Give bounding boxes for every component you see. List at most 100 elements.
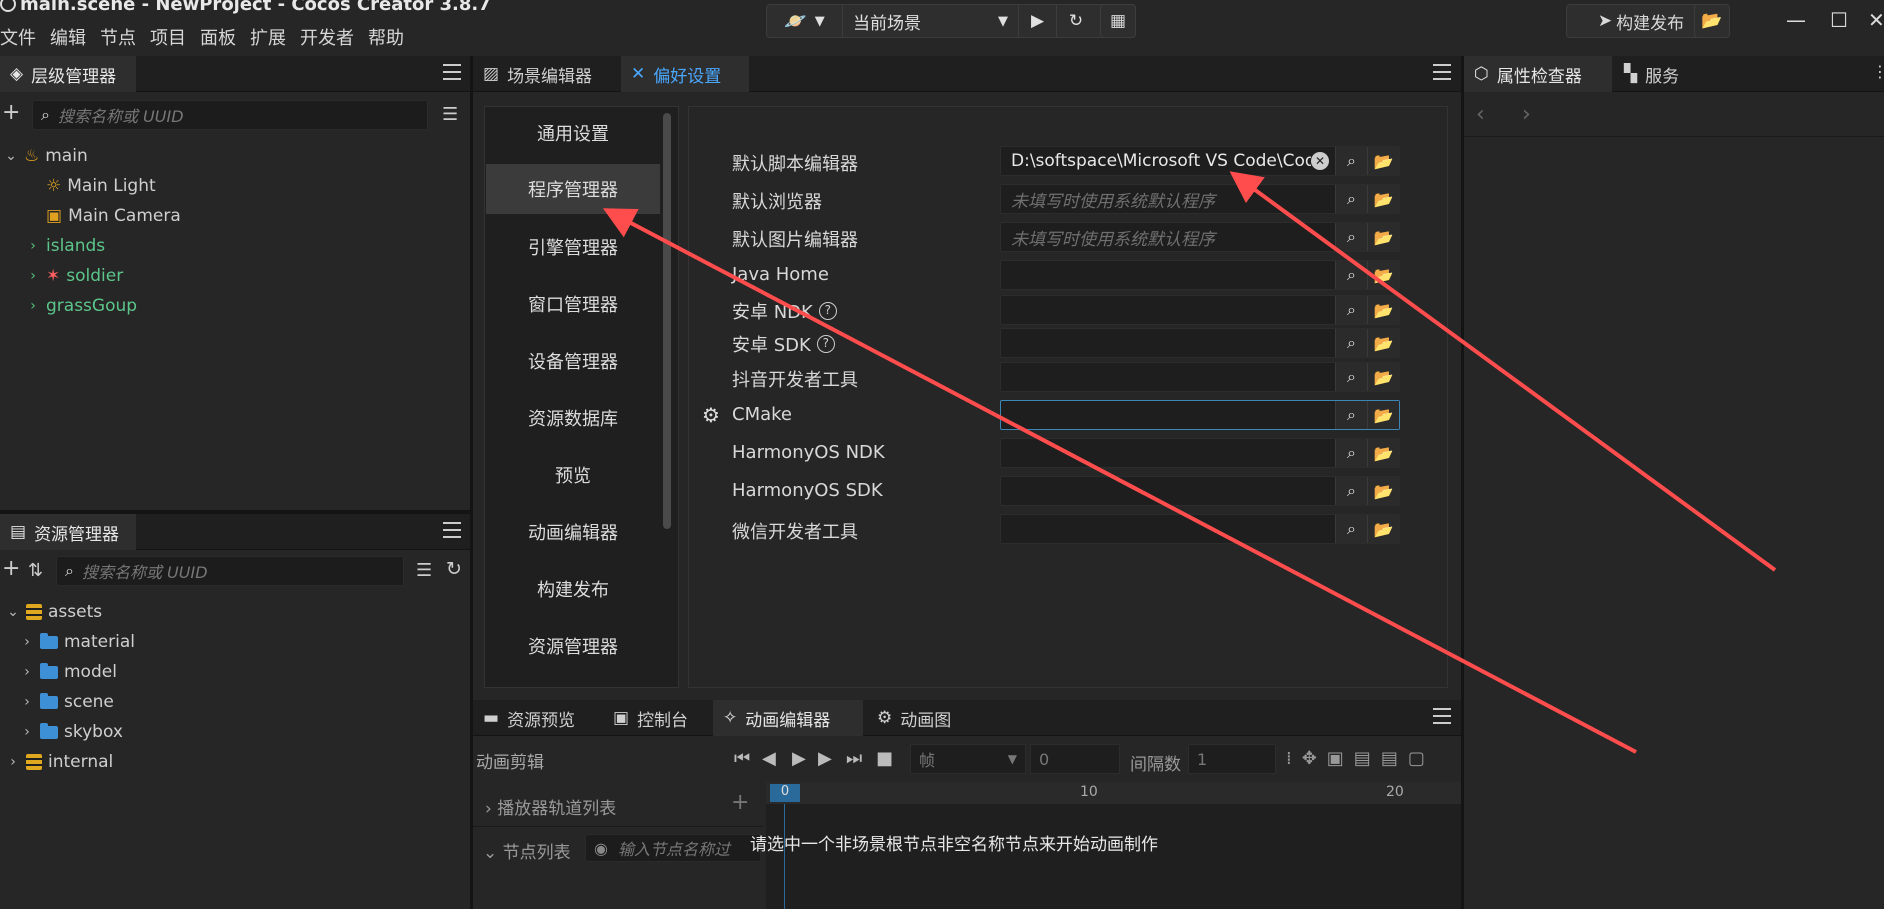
help-icon[interactable]: ?: [818, 302, 837, 320]
menu-file[interactable]: 文件: [0, 24, 36, 50]
tree-asset-material[interactable]: › material: [20, 632, 135, 652]
tab-services[interactable]: ▚ 服务: [1614, 56, 1706, 92]
browser-input[interactable]: 未填写时使用系统默认程序: [1001, 187, 1335, 212]
folder-open-icon[interactable]: 📂: [1367, 329, 1399, 357]
field-image-editor[interactable]: 未填写时使用系统默认程序 ⌕ 📂: [1000, 222, 1400, 252]
search-icon[interactable]: ⌕: [1335, 515, 1367, 543]
tab-assets[interactable]: ▤ 资源管理器: [0, 514, 136, 550]
tree-node-main-light[interactable]: ☼ Main Light: [46, 176, 156, 196]
anim-tool-icons[interactable]: ⁞✥▣▤▤▢: [1286, 748, 1435, 769]
first-frame-icon[interactable]: ⏮: [734, 748, 750, 769]
folder-open-icon[interactable]: 📂: [1367, 185, 1399, 213]
field-cmake[interactable]: ⌕ 📂: [1000, 400, 1400, 430]
add-node-icon[interactable]: +: [2, 100, 20, 125]
play-icon[interactable]: ▶: [792, 748, 806, 769]
nav-window-manager[interactable]: 窗口管理器: [486, 279, 660, 329]
search-icon[interactable]: ⌕: [1335, 296, 1367, 324]
tree-asset-assets[interactable]: ⌄ assets: [6, 602, 102, 622]
sort-icon[interactable]: ⇅: [28, 560, 43, 581]
folder-open-icon[interactable]: 📂: [1367, 296, 1399, 324]
tab-preferences[interactable]: ✕ 偏好设置: [621, 56, 749, 92]
menu-developer[interactable]: 开发者: [300, 24, 354, 50]
search-icon[interactable]: ⌕: [1335, 439, 1367, 467]
refresh-icon[interactable]: ↻: [446, 558, 462, 580]
menu-help[interactable]: 帮助: [368, 24, 404, 50]
menu-edit[interactable]: 编辑: [50, 24, 86, 50]
menu-project[interactable]: 项目: [150, 24, 186, 50]
search-icon[interactable]: ⌕: [1335, 185, 1367, 213]
folder-open-icon[interactable]: 📂: [1367, 223, 1399, 251]
nav-asset-db[interactable]: 资源数据库: [486, 393, 660, 443]
folder-open-icon[interactable]: 📂: [1367, 515, 1399, 543]
menu-extension[interactable]: 扩展: [250, 24, 286, 50]
script-editor-value[interactable]: D:\softspace\Microsoft VS Code\Code: [1001, 151, 1311, 171]
folder-open-icon[interactable]: 📂: [1367, 401, 1399, 429]
folder-open-icon[interactable]: 📂: [1367, 261, 1399, 289]
tree-node-main-camera[interactable]: ▣ Main Camera: [46, 206, 181, 226]
node-search-input[interactable]: ◉ 输入节点名称过: [585, 834, 761, 862]
field-wechat[interactable]: ⌕ 📂: [1000, 514, 1400, 544]
nav-device-manager[interactable]: 设备管理器: [486, 336, 660, 386]
panel-menu-icon[interactable]: [1433, 64, 1451, 80]
close-icon[interactable]: ✕: [1868, 8, 1884, 32]
folder-open-icon[interactable]: 📂: [1367, 477, 1399, 505]
help-icon[interactable]: ?: [816, 335, 835, 353]
nav-program-manager[interactable]: 程序管理器: [486, 164, 660, 214]
field-douyin[interactable]: ⌕ 📂: [1000, 362, 1400, 392]
search-icon[interactable]: ⌕: [1335, 147, 1367, 175]
menu-panel[interactable]: 面板: [200, 24, 236, 50]
platform-dropdown[interactable]: 🪐 ▼: [767, 5, 843, 37]
play-button[interactable]: ▶: [1019, 5, 1057, 37]
more-icon[interactable]: ⋮: [1872, 62, 1884, 81]
menu-node[interactable]: 节点: [100, 24, 136, 50]
open-folder-button[interactable]: 📂: [1694, 4, 1730, 38]
tab-hierarchy[interactable]: ◈ 层级管理器: [0, 56, 136, 92]
nav-preview[interactable]: 预览: [486, 450, 660, 500]
panel-menu-icon[interactable]: [1433, 708, 1451, 724]
nav-asset-manager[interactable]: 资源管理器: [486, 621, 660, 671]
tree-node-grassgoup[interactable]: › grassGoup: [26, 296, 137, 316]
forward-arrow-icon[interactable]: ›: [1522, 102, 1531, 127]
field-android-sdk[interactable]: ⌕ 📂: [1000, 328, 1400, 358]
tab-console[interactable]: ▣ 控制台: [603, 700, 703, 736]
filter-list-icon[interactable]: ☰: [416, 560, 432, 581]
search-icon[interactable]: ⌕: [1335, 261, 1367, 289]
folder-open-icon[interactable]: 📂: [1367, 147, 1399, 175]
folder-open-icon[interactable]: 📂: [1367, 439, 1399, 467]
minimize-icon[interactable]: —: [1786, 8, 1806, 32]
nav-general[interactable]: 通用设置: [486, 108, 660, 158]
tree-node-soldier[interactable]: › ✶ soldier: [26, 266, 123, 286]
sort-list-icon[interactable]: ☰: [442, 104, 458, 125]
nav-engine-manager[interactable]: 引擎管理器: [486, 222, 660, 272]
folder-open-icon[interactable]: 📂: [1367, 363, 1399, 391]
panel-menu-icon[interactable]: [443, 64, 461, 80]
field-browser[interactable]: 未填写时使用系统默认程序 ⌕ 📂: [1000, 184, 1400, 214]
scene-select[interactable]: 当前场景 ▼: [843, 5, 1019, 37]
tree-node-islands[interactable]: › islands: [26, 236, 105, 256]
search-icon[interactable]: ⌕: [1335, 329, 1367, 357]
gear-icon[interactable]: ⚙: [702, 403, 720, 427]
search-icon[interactable]: ⌕: [1335, 363, 1367, 391]
image-editor-input[interactable]: 未填写时使用系统默认程序: [1001, 225, 1335, 250]
field-harmony-sdk[interactable]: ⌕ 📂: [1000, 476, 1400, 506]
nav-scrollbar[interactable]: [663, 113, 671, 529]
tree-asset-skybox[interactable]: › skybox: [20, 722, 123, 742]
tab-inspector[interactable]: ⬡ 属性检查器: [1464, 56, 1612, 92]
tab-anim-editor[interactable]: ✧ 动画编辑器: [713, 700, 863, 736]
search-icon[interactable]: ⌕: [1335, 401, 1367, 429]
hierarchy-search-input[interactable]: ⌕ 搜索名称或 UUID: [32, 100, 428, 130]
add-asset-icon[interactable]: +: [2, 556, 20, 581]
tree-asset-internal[interactable]: › internal: [6, 752, 113, 772]
tree-asset-scene[interactable]: › scene: [20, 692, 114, 712]
player-tracks-row[interactable]: › 播放器轨道列表: [485, 794, 616, 819]
last-frame-icon[interactable]: ⏭: [846, 748, 862, 769]
tab-asset-preview[interactable]: ▬ 资源预览: [473, 700, 601, 736]
qrcode-button[interactable]: ▦: [1100, 4, 1136, 38]
interval-input[interactable]: 1: [1188, 744, 1276, 774]
refresh-button[interactable]: ↻: [1057, 5, 1095, 37]
search-icon[interactable]: ⌕: [1335, 477, 1367, 505]
tree-node-main[interactable]: ⌄ ♨ main: [4, 146, 88, 166]
search-icon[interactable]: ⌕: [1335, 223, 1367, 251]
maximize-icon[interactable]: ☐: [1830, 8, 1848, 32]
panel-menu-icon[interactable]: [443, 522, 461, 538]
